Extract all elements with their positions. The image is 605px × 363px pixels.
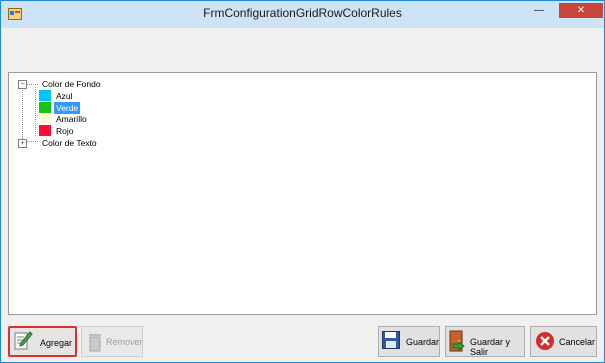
cancel-label: Cancelar bbox=[559, 337, 596, 347]
save-label: Guardar bbox=[406, 337, 440, 347]
tree-node-red[interactable]: Rojo bbox=[9, 125, 149, 137]
close-button[interactable]: ✕ bbox=[559, 3, 603, 18]
title-bar[interactable]: FrmConfigurationGridRowColorRules — □ ✕ bbox=[1, 1, 604, 28]
trash-icon bbox=[89, 334, 101, 352]
color-rules-tree[interactable]: − Color de Fondo Azul Verde Amarillo Roj… bbox=[8, 72, 597, 315]
cancel-x-icon bbox=[536, 332, 554, 350]
tree-node-label: Rojo bbox=[56, 126, 74, 136]
tree-node-label: Azul bbox=[56, 91, 73, 101]
floppy-disk-icon bbox=[382, 331, 400, 349]
color-swatch-blue bbox=[39, 90, 51, 101]
window-title: FrmConfigurationGridRowColorRules bbox=[203, 6, 402, 20]
add-label: Agregar bbox=[40, 338, 73, 348]
save-and-exit-label: Guardar y Salir bbox=[470, 337, 511, 357]
door-exit-icon bbox=[449, 330, 465, 352]
expand-toggle-icon[interactable]: + bbox=[18, 139, 27, 148]
color-swatch-red bbox=[39, 125, 51, 136]
save-and-exit-button[interactable]: Guardar y Salir bbox=[445, 326, 525, 357]
color-swatch-yellow bbox=[39, 113, 51, 124]
edit-pencil-icon bbox=[14, 331, 33, 350]
tree-node-yellow[interactable]: Amarillo bbox=[9, 113, 149, 125]
collapse-toggle-icon[interactable]: − bbox=[18, 80, 27, 89]
tree-node-text-color[interactable]: + Color de Texto bbox=[17, 137, 157, 149]
remove-label: Remover bbox=[106, 337, 143, 347]
color-swatch-green bbox=[39, 102, 51, 113]
tree-node-label: Color de Fondo bbox=[42, 79, 101, 89]
tree-node-blue[interactable]: Azul bbox=[9, 90, 149, 102]
save-button[interactable]: Guardar bbox=[378, 326, 440, 357]
tree-node-label: Amarillo bbox=[56, 114, 87, 124]
minimize-button[interactable]: — bbox=[528, 3, 550, 18]
cancel-button[interactable]: Cancelar bbox=[530, 326, 597, 357]
tree-node-label: Color de Texto bbox=[42, 138, 97, 148]
app-window: FrmConfigurationGridRowColorRules — □ ✕ … bbox=[0, 0, 605, 363]
remove-button[interactable]: Remover bbox=[81, 326, 143, 357]
tree-node-background-color[interactable]: − Color de Fondo bbox=[17, 78, 157, 90]
add-button[interactable]: Agregar bbox=[8, 326, 77, 357]
